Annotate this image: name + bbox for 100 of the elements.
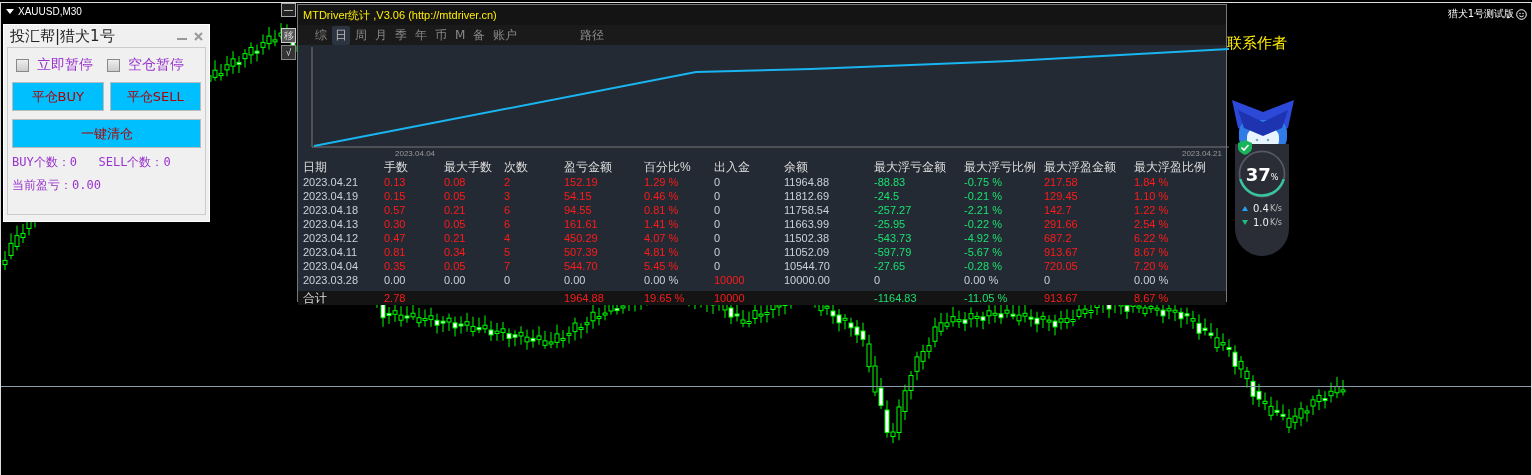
table-cell: -24.5	[874, 190, 900, 202]
table-cell: 2023.04.12	[303, 232, 359, 244]
table-cell: 0.00	[564, 274, 586, 286]
column-header: 最大浮亏金额	[874, 159, 947, 175]
close-icon[interactable]	[194, 31, 203, 41]
axis-label: 2023.04.21	[1181, 149, 1222, 158]
column-header: 百分比%	[644, 159, 692, 175]
table-cell: 0	[714, 260, 721, 272]
table-cell: 11812.69	[784, 190, 830, 202]
table-cell: -0.21 %	[964, 190, 1002, 202]
minimize-button[interactable]: —	[281, 3, 296, 17]
table-cell: 544.70	[564, 260, 598, 272]
side-button[interactable]: 移	[281, 28, 296, 43]
table-cell: 0.05	[444, 218, 466, 230]
table-cell: 0	[714, 246, 721, 258]
period-tab[interactable]: 币	[432, 25, 450, 45]
table-cell: 0.08	[444, 176, 466, 188]
table-cell: 19.65 %	[644, 292, 685, 304]
speed-unit: K/s	[1269, 218, 1282, 227]
period-tab[interactable]: 备	[470, 25, 489, 45]
table-cell: 913.67	[1044, 246, 1078, 258]
table-cell: 11964.88	[784, 176, 830, 188]
table-cell: 7.20 %	[1134, 260, 1169, 272]
table-cell: 5	[504, 246, 511, 258]
download-speed: 1.0	[1253, 217, 1269, 228]
close-position-button[interactable]: 平仓BUY	[12, 82, 104, 111]
table-cell: 11758.54	[784, 204, 830, 216]
table-cell: 687.2	[1044, 232, 1072, 244]
table-cell: 0.13	[384, 176, 406, 188]
column-header: 次数	[504, 159, 529, 175]
axis-label: 2023.04.04	[395, 149, 436, 158]
column-header: 余额	[784, 159, 809, 175]
table-cell: -4.92 %	[964, 232, 1002, 244]
table-cell: 913.67	[1044, 292, 1078, 304]
table-cell: 0.47	[384, 232, 406, 244]
table-cell: 6	[504, 204, 511, 216]
table-cell: 合计	[303, 291, 327, 305]
checkbox[interactable]	[16, 58, 29, 72]
table-cell: -0.22 %	[964, 218, 1002, 230]
period-tab[interactable]: 季	[392, 25, 410, 45]
table-cell: 11052.09	[784, 246, 830, 258]
column-header: 日期	[303, 159, 328, 175]
table-cell: -1164.83	[874, 292, 917, 304]
period-tab[interactable]: 日	[332, 25, 350, 45]
table-cell: 1964.88	[564, 292, 604, 304]
side-button[interactable]: √	[281, 45, 296, 60]
table-cell: 11502.38	[784, 232, 830, 244]
speed-unit: K/s	[1269, 204, 1282, 213]
table-cell: 0	[504, 274, 511, 286]
table-cell: 1.10 %	[1134, 190, 1169, 202]
table-cell: 0.21	[444, 204, 466, 216]
table-cell: 10000.00	[784, 274, 830, 286]
upload-arrow-icon	[1242, 206, 1248, 211]
table-cell: 0.35	[384, 260, 406, 272]
contact-author-label[interactable]: 联系作者	[1227, 34, 1287, 53]
table-cell: 11663.99	[784, 218, 830, 230]
table-cell: 5.45 %	[644, 260, 679, 272]
period-tab[interactable]: 月	[372, 25, 390, 45]
smiley-icon	[1516, 8, 1527, 20]
profit-text: 当前盈亏：0.00	[12, 177, 102, 194]
table-cell: -0.28 %	[964, 260, 1002, 272]
table-cell: 1.41 %	[644, 218, 679, 230]
table-cell: 8.67 %	[1134, 246, 1169, 258]
table-cell: -25.95	[874, 218, 906, 230]
table-cell: 94.55	[564, 204, 592, 216]
close-position-button[interactable]: 平仓SELL	[109, 82, 201, 111]
table-cell: 2	[504, 176, 511, 188]
dropdown-icon[interactable]	[6, 9, 14, 14]
table-cell: 161.61	[564, 218, 598, 230]
table-cell: -5.67 %	[964, 246, 1002, 258]
table-cell: 0.81 %	[644, 204, 679, 216]
table-cell: 0.15	[384, 190, 406, 202]
table-cell: 0	[714, 232, 721, 244]
period-tab[interactable]: M	[452, 27, 469, 43]
upload-speed: 0.4	[1253, 203, 1269, 214]
table-cell: 1.29 %	[644, 176, 679, 188]
table-cell: 129.45	[1044, 190, 1078, 202]
close-all-button[interactable]: 一键清仓	[12, 119, 201, 148]
shield-check-icon	[1238, 140, 1252, 155]
table-cell: 0	[714, 176, 721, 188]
period-tab[interactable]: 路径	[577, 25, 608, 45]
table-cell: 0.46 %	[644, 190, 679, 202]
table-cell: 1.22 %	[1134, 204, 1169, 216]
table-cell: 1.84 %	[1134, 176, 1169, 188]
gauge-ring	[1236, 148, 1288, 200]
symbol-label: XAUUSD,M30	[18, 6, 82, 17]
period-tab[interactable]: 年	[412, 25, 430, 45]
table-cell: 291.66	[1044, 218, 1078, 230]
column-header: 最大浮亏比例	[964, 159, 1037, 175]
period-tab[interactable]: 周	[352, 25, 370, 45]
panel-title: 投汇帮|猎犬1号	[10, 26, 115, 46]
table-cell: 0	[1044, 274, 1051, 286]
period-tab[interactable]: 账户	[490, 25, 521, 45]
table-cell: 3	[504, 190, 511, 202]
table-cell: 0.05	[444, 260, 466, 272]
table-cell: -88.83	[874, 176, 906, 188]
table-cell: 217.58	[1044, 176, 1078, 188]
checkbox[interactable]	[107, 58, 120, 72]
period-tab[interactable]: 综	[312, 25, 330, 45]
table-cell: 0.30	[384, 218, 406, 230]
